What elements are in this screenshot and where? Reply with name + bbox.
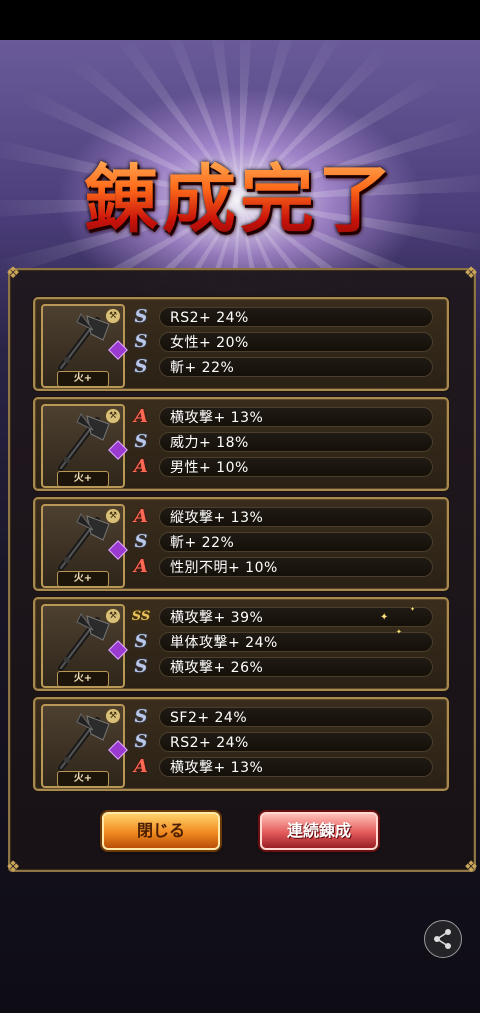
rank-s-icon: S: [134, 731, 148, 752]
skill-row: A 横攻撃+ 13%: [131, 756, 433, 778]
rank-s-icon: S: [134, 706, 148, 727]
skill-text: 横攻撃+ 13%: [159, 407, 433, 427]
skill-text: 横攻撃+ 26%: [159, 657, 433, 677]
rank-a-icon: A: [134, 406, 148, 427]
weapon-thumbnail[interactable]: ⚒ 火+: [41, 504, 128, 588]
skill-text: 男性+ 10%: [159, 457, 433, 477]
skill-row: A 男性+ 10%: [131, 456, 433, 478]
continue-refine-button[interactable]: 連続錬成: [260, 812, 378, 850]
skill-row: S 威力+ 18%: [131, 431, 433, 453]
weapon-type-icon: ⚒: [105, 708, 121, 724]
sparkle-icon: ✦: [380, 612, 389, 623]
rank-ss-icon: SS: [131, 609, 151, 624]
rank-s-icon: S: [134, 431, 148, 452]
skill-text: 単体攻撃+ 24%: [159, 632, 433, 652]
rank-a-icon: A: [134, 456, 148, 477]
weapon-result-card: ⚒ 火+ A 横攻撃+ 13% S 威力+ 18% A 男性+ 10%: [33, 397, 449, 491]
weapon-result-card: ⚒ 火+ A 縦攻撃+ 13% S 斬+ 22% A 性別不明+ 10%: [33, 497, 449, 591]
skill-text: 性別不明+ 10%: [159, 557, 433, 577]
weapon-type-icon: ⚒: [105, 308, 121, 324]
skill-text: 斬+ 22%: [159, 532, 433, 552]
skill-row: S 斬+ 22%: [131, 531, 433, 553]
ornament-top-right-icon: ❖: [463, 263, 479, 282]
skill-text: 威力+ 18%: [159, 432, 433, 452]
rank-s-icon: S: [134, 331, 148, 352]
skill-row: S RS2+ 24%: [131, 306, 433, 328]
skill-row: S 斬+ 22%: [131, 356, 433, 378]
rank-s-icon: S: [134, 306, 148, 327]
weapon-thumbnail[interactable]: ⚒ 火+: [41, 404, 128, 488]
skill-row: A 横攻撃+ 13%: [131, 406, 433, 428]
ornament-bottom-left-icon: ❖: [5, 857, 21, 876]
rank-s-icon: S: [134, 356, 148, 377]
rank-a-icon: A: [134, 756, 148, 777]
weapon-element-label: 火+: [57, 671, 109, 687]
sparkle-icon: ✦: [410, 606, 416, 613]
ornament-top-left-icon: ❖: [5, 263, 21, 282]
rank-a-icon: A: [134, 556, 148, 577]
rank-s-icon: S: [134, 656, 148, 677]
page-title: 錬成完了: [0, 140, 480, 247]
skill-text: 横攻撃+ 39%: [159, 607, 433, 627]
skill-row: S 横攻撃+ 26%: [131, 656, 433, 678]
skill-row: S 単体攻撃+ 24%: [131, 631, 433, 653]
close-button[interactable]: 閉じる: [102, 812, 220, 850]
skill-row: S 女性+ 20%: [131, 331, 433, 353]
rank-a-icon: A: [134, 506, 148, 527]
skill-text: 縦攻撃+ 13%: [159, 507, 433, 527]
skill-row: S SF2+ 24%: [131, 706, 433, 728]
skill-row: S RS2+ 24%: [131, 731, 433, 753]
weapon-thumbnail[interactable]: ⚒ 火+: [41, 604, 128, 688]
sparkle-icon: ✦: [396, 628, 402, 636]
skill-text: 横攻撃+ 13%: [159, 757, 433, 777]
weapon-element-label: 火+: [57, 471, 109, 487]
skill-row: A 性別不明+ 10%: [131, 556, 433, 578]
weapon-element-label: 火+: [57, 571, 109, 587]
share-icon: [434, 929, 451, 949]
weapon-thumbnail[interactable]: ⚒ 火+: [41, 704, 128, 788]
weapon-result-card: ⚒ 火+ S RS2+ 24% S 女性+ 20% S 斬+ 22%: [33, 297, 449, 391]
skill-text: RS2+ 24%: [159, 732, 433, 752]
status-bar: [0, 0, 480, 40]
skill-text: SF2+ 24%: [159, 707, 433, 727]
rank-s-icon: S: [134, 531, 148, 552]
skill-text: 斬+ 22%: [159, 357, 433, 377]
rank-s-icon: S: [134, 631, 148, 652]
weapon-element-label: 火+: [57, 371, 109, 387]
skill-text: 女性+ 20%: [159, 332, 433, 352]
weapon-element-label: 火+: [57, 771, 109, 787]
weapon-result-card: ⚒ 火+ S SF2+ 24% S RS2+ 24% A 横攻撃+ 13%: [33, 697, 449, 791]
share-button[interactable]: [424, 920, 462, 958]
weapon-thumbnail[interactable]: ⚒ 火+: [41, 304, 128, 388]
skill-row: A 縦攻撃+ 13%: [131, 506, 433, 528]
ornament-bottom-right-icon: ❖: [463, 857, 479, 876]
weapon-type-icon: ⚒: [105, 408, 121, 424]
weapon-type-icon: ⚒: [105, 508, 121, 524]
weapon-type-icon: ⚒: [105, 608, 121, 624]
skill-text: RS2+ 24%: [159, 307, 433, 327]
